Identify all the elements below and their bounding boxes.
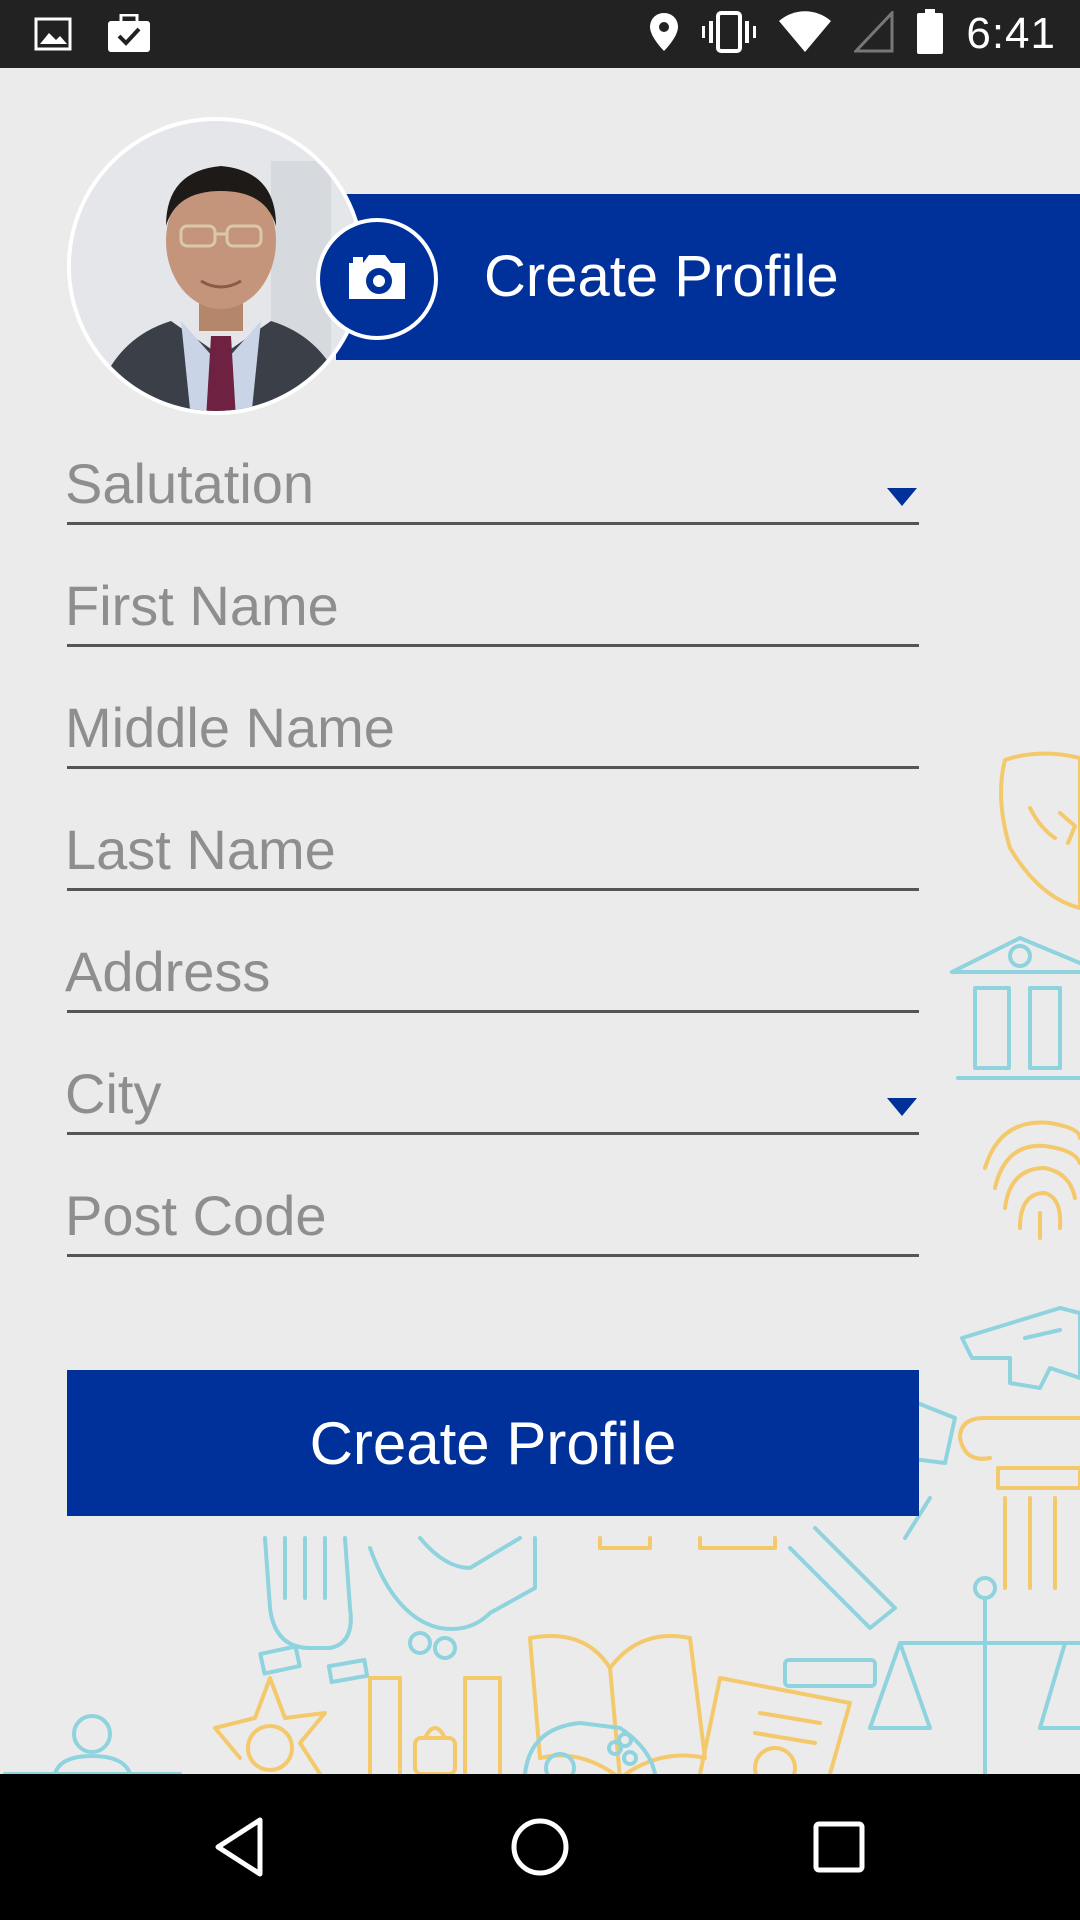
middle-name-placeholder: Middle Name [65,696,395,759]
scales-icon [868,1576,1080,1774]
certificate-icon [698,1676,852,1774]
wifi-icon [778,10,832,58]
back-icon[interactable] [208,1814,274,1880]
sheriff-star-icon [213,1676,327,1774]
glove-icon [258,1536,370,1685]
change-photo-button[interactable] [316,218,438,340]
home-icon[interactable] [507,1814,573,1880]
last-name-input[interactable]: Last Name [65,808,919,891]
badge-icon [999,751,1080,910]
status-bar: 6:41 [0,0,1080,68]
fingerprint-icon [983,1120,1080,1240]
person-icon [3,1714,182,1774]
vibrate-icon [702,10,757,58]
camera-icon [345,251,409,308]
last-name-placeholder: Last Name [65,818,336,881]
battery-icon [916,8,944,60]
dropdown-arrow-icon [887,1098,917,1116]
status-time: 6:41 [966,9,1056,58]
main-content: Create Profile Salutation First Name Mid… [0,68,1080,1774]
dropdown-arrow-icon [887,488,917,506]
create-profile-button[interactable]: Create Profile [67,1370,919,1516]
handshake-icon [368,1536,537,1660]
fence-icon [598,1536,777,1550]
middle-name-input[interactable]: Middle Name [65,686,919,769]
first-name-placeholder: First Name [65,574,339,637]
address-input[interactable]: Address [65,930,919,1013]
vest-icon [368,1676,502,1774]
location-pin-icon [648,11,680,58]
navigation-bar [0,1774,1080,1920]
cell-signal-icon [852,8,894,58]
salutation-dropdown[interactable]: Salutation [65,442,919,525]
page-title: Create Profile [484,244,839,309]
post-code-placeholder: Post Code [65,1184,327,1247]
salutation-placeholder: Salutation [65,452,315,515]
handgun-icon [960,1306,1080,1390]
courthouse-icon [950,936,1080,1080]
city-dropdown[interactable]: City [65,1052,919,1135]
city-placeholder: City [65,1062,162,1125]
first-name-input[interactable]: First Name [65,564,919,647]
briefcase-check-icon [106,13,152,59]
post-code-input[interactable]: Post Code [65,1174,919,1257]
address-placeholder: Address [65,940,271,1003]
column-icon [958,1416,1080,1590]
recents-icon[interactable] [806,1814,872,1880]
image-icon [34,17,72,56]
